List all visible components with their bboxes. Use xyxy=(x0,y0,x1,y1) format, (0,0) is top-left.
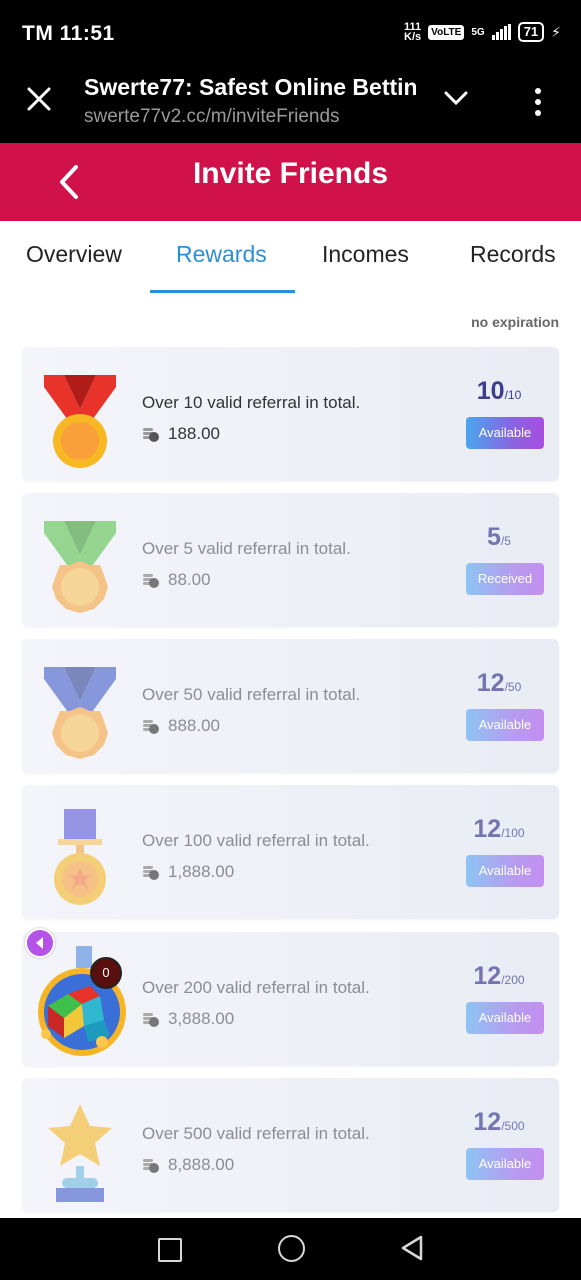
system-nav-bar xyxy=(0,1218,581,1280)
page-header: Invite Friends xyxy=(0,143,581,221)
tab-bar: Overview Rewards Incomes Records xyxy=(0,221,581,296)
floating-widget-toggle[interactable] xyxy=(25,928,55,958)
reward-amount: 88.00 xyxy=(142,570,211,590)
coin-icon xyxy=(143,428,159,442)
reward-amount: 3,888.00 xyxy=(142,1009,234,1029)
available-button[interactable]: Available xyxy=(466,1002,544,1034)
reward-card: Over 10 valid referral in total. 188.00 … xyxy=(22,347,559,481)
blue-ribbon-medal-icon xyxy=(38,649,122,763)
coin-icon xyxy=(143,866,159,880)
available-button[interactable]: Available xyxy=(466,709,544,741)
expiration-note: no expiration xyxy=(471,314,559,330)
tab-rewards[interactable]: Rewards xyxy=(176,241,267,268)
available-button[interactable]: Available xyxy=(466,855,544,887)
referral-progress: 12/50 xyxy=(476,669,522,697)
green-ribbon-medal-icon xyxy=(38,503,122,617)
back-triangle-icon[interactable] xyxy=(400,1235,424,1266)
close-icon[interactable] xyxy=(26,86,52,118)
available-button[interactable]: Available xyxy=(466,1148,544,1180)
reward-amount: 1,888.00 xyxy=(142,862,234,882)
reward-card: Over 200 valid referral in total. 3,888.… xyxy=(22,932,559,1066)
reward-card: Over 50 valid referral in total. 888.00 … xyxy=(22,639,559,773)
reward-description: Over 10 valid referral in total. xyxy=(142,393,361,412)
notification-badge[interactable]: 0 xyxy=(90,957,122,989)
tab-records[interactable]: Records xyxy=(470,241,556,268)
charging-icon: ⚡ xyxy=(551,23,561,40)
coin-icon xyxy=(143,720,159,734)
referral-progress: 12/200 xyxy=(473,962,525,990)
reward-card: Over 100 valid referral in total. 1,888.… xyxy=(22,785,559,919)
tab-overview[interactable]: Overview xyxy=(26,241,122,268)
status-icons: 111 K/s VoLTE 5G 71 ⚡ xyxy=(404,21,561,43)
signal-icon xyxy=(491,24,511,40)
active-tab-indicator xyxy=(150,290,295,293)
reward-amount: 188.00 xyxy=(142,424,220,444)
network-speed: 111 K/s xyxy=(404,21,422,43)
clock: TM 11:51 xyxy=(22,22,115,45)
star-trophy-icon xyxy=(38,1088,122,1208)
coin-icon xyxy=(143,1159,159,1173)
purple-ribbon-medal-icon xyxy=(38,795,122,909)
reward-description: Over 5 valid referral in total. xyxy=(142,539,351,558)
recents-icon[interactable] xyxy=(158,1238,182,1262)
chevron-down-icon[interactable] xyxy=(443,90,469,111)
referral-progress: 12/100 xyxy=(473,815,525,843)
reward-description: Over 200 valid referral in total. xyxy=(142,978,370,997)
browser-bar: Swerte77: Safest Online Bettin swerte77v… xyxy=(0,68,581,143)
browser-url[interactable]: swerte77v2.cc/m/inviteFriends xyxy=(84,106,340,128)
referral-progress: 10/10 xyxy=(476,377,522,405)
reward-card: Over 5 valid referral in total. 88.00 5/… xyxy=(22,493,559,627)
home-icon[interactable] xyxy=(278,1235,305,1262)
reward-description: Over 100 valid referral in total. xyxy=(142,831,370,850)
more-options-icon[interactable] xyxy=(535,88,541,116)
reward-description: Over 500 valid referral in total. xyxy=(142,1124,370,1143)
received-button[interactable]: Received xyxy=(466,563,544,595)
page-title: Invite Friends xyxy=(192,157,389,190)
volte-icon: VoLTE xyxy=(428,24,465,40)
battery-icon: 71 xyxy=(517,22,545,42)
referral-progress: 5/5 xyxy=(487,523,511,551)
browser-title: Swerte77: Safest Online Bettin xyxy=(84,74,416,100)
coin-icon xyxy=(143,1013,159,1027)
reward-card: Over 500 valid referral in total. 8,888.… xyxy=(22,1078,559,1212)
reward-description: Over 50 valid referral in total. xyxy=(142,685,361,704)
referral-progress: 12/500 xyxy=(473,1108,525,1136)
status-bar: TM 11:51 111 K/s VoLTE 5G 71 ⚡ xyxy=(0,0,581,68)
tab-incomes[interactable]: Incomes xyxy=(322,241,409,268)
reward-amount: 8,888.00 xyxy=(142,1155,234,1175)
available-button[interactable]: Available xyxy=(466,417,544,449)
red-ribbon-medal-icon xyxy=(38,357,122,471)
network-type: 5G xyxy=(471,26,485,38)
coin-icon xyxy=(143,574,159,588)
reward-amount: 888.00 xyxy=(142,716,220,736)
